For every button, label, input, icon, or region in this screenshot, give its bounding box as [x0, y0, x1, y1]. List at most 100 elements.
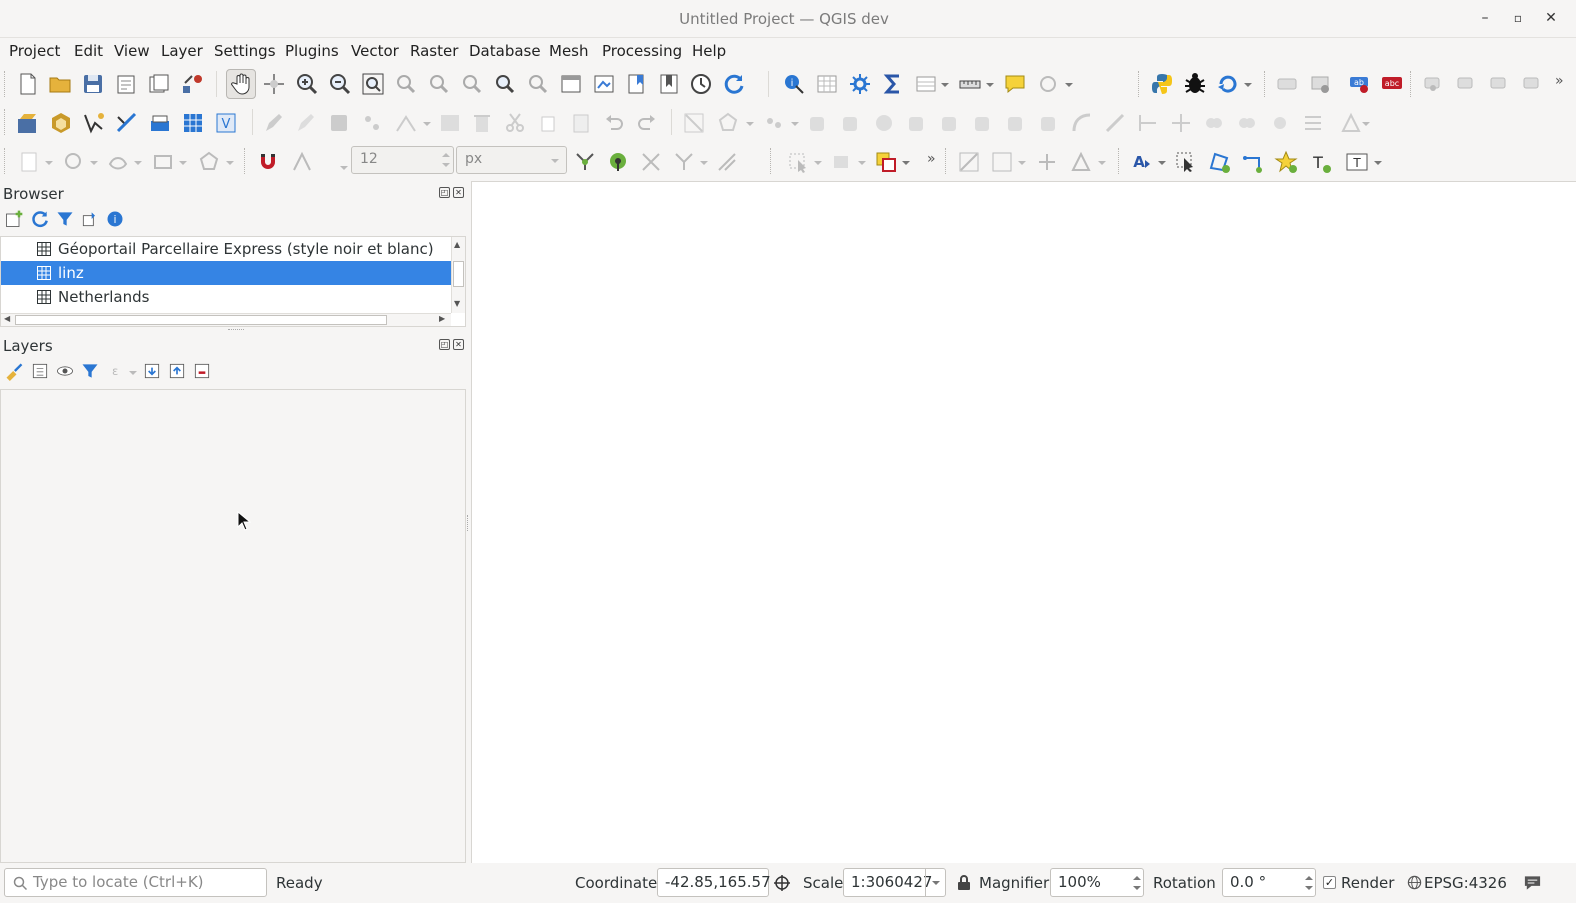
zoom-to-selection-icon[interactable]	[394, 72, 418, 96]
browser-item-selected[interactable]: linz	[1, 261, 451, 285]
delete-ring-icon[interactable]	[938, 111, 962, 135]
add-ring-icon[interactable]	[872, 111, 896, 135]
new-3d-map-view-icon[interactable]	[592, 72, 616, 96]
new-annotation-layer-icon[interactable]	[18, 150, 42, 174]
offset-curve-icon[interactable]	[1037, 111, 1061, 135]
add-text-annotation-icon[interactable]: T	[1308, 150, 1332, 174]
paste-features-icon[interactable]	[569, 111, 593, 135]
menu-layer[interactable]: Layer	[161, 42, 203, 60]
statistics-sigma-icon[interactable]	[881, 72, 905, 96]
select-polygon-icon[interactable]	[197, 150, 221, 174]
save-layer-edits-icon[interactable]	[327, 111, 351, 135]
copy-features-icon[interactable]	[536, 111, 560, 135]
delete-part-icon[interactable]	[971, 111, 995, 135]
lock-scale-icon[interactable]	[957, 875, 971, 891]
redo-icon[interactable]	[635, 111, 659, 135]
zoom-next-icon[interactable]	[526, 72, 550, 96]
merge-attributes-icon[interactable]	[1235, 111, 1259, 135]
menu-edit[interactable]: Edit	[74, 42, 103, 60]
horizontal-scrollbar[interactable]: ◀ ▶	[1, 313, 451, 326]
split-features-icon[interactable]	[1136, 111, 1160, 135]
add-point-feature-icon[interactable]	[360, 111, 384, 135]
menu-project[interactable]: Project	[9, 42, 60, 60]
select-by-value-icon[interactable]	[830, 150, 854, 174]
toolbar-overflow-icon[interactable]: »	[1555, 73, 1564, 89]
add-selected-layers-icon[interactable]	[4, 209, 24, 229]
label-move-icon[interactable]	[1421, 72, 1445, 96]
style-manager-icon[interactable]	[180, 72, 204, 96]
label-cursor-icon[interactable]	[1174, 150, 1198, 174]
scroll-left-icon[interactable]: ◀	[4, 314, 10, 323]
topological-editing-icon[interactable]	[573, 150, 597, 174]
new-map-view-icon[interactable]	[559, 72, 583, 96]
minimize-icon[interactable]: –	[1477, 10, 1493, 26]
open-attribute-table-icon[interactable]	[815, 72, 839, 96]
rotate-feature-icon[interactable]	[806, 111, 830, 135]
close-panel-icon[interactable]: ✕	[453, 339, 464, 350]
add-raster-icon[interactable]	[181, 111, 205, 135]
align-rasters-icon[interactable]	[990, 150, 1014, 174]
scroll-up-icon[interactable]: ▲	[454, 240, 460, 249]
remove-layer-icon[interactable]	[192, 361, 212, 381]
message-log-icon[interactable]	[1523, 874, 1542, 892]
toggle-extents-icon[interactable]	[773, 874, 791, 892]
layer-labeling-icon[interactable]: A	[1130, 150, 1154, 174]
crs-label[interactable]: EPSG:4326	[1424, 874, 1507, 892]
map-tips-icon[interactable]	[1003, 72, 1027, 96]
manage-map-themes-icon[interactable]	[55, 361, 75, 381]
reshape-features-icon[interactable]	[1004, 111, 1028, 135]
digitize-polygon-icon[interactable]	[1207, 150, 1231, 174]
menu-plugins[interactable]: Plugins	[285, 42, 339, 60]
label-change-icon[interactable]	[1487, 72, 1511, 96]
new-project-icon[interactable]	[16, 72, 40, 96]
processing-toolbox-icon[interactable]	[848, 72, 872, 96]
label-show-hide-icon[interactable]	[1520, 72, 1544, 96]
save-project-icon[interactable]	[81, 72, 105, 96]
scroll-right-icon[interactable]: ▶	[439, 314, 445, 323]
scroll-down-icon[interactable]: ▼	[454, 299, 460, 308]
reverse-line-icon[interactable]	[1070, 111, 1094, 135]
new-bookmark-icon[interactable]	[625, 72, 649, 96]
refresh-icon[interactable]	[722, 72, 746, 96]
select-freehand-icon[interactable]	[106, 150, 130, 174]
select-by-radius-icon[interactable]	[62, 150, 86, 174]
current-edits-icon[interactable]	[294, 111, 318, 135]
browser-tree[interactable]: Géoportail Parcellaire Express (style no…	[0, 236, 466, 327]
plugin-reload-icon[interactable]	[1216, 72, 1240, 96]
annotation-tools-icon[interactable]	[1036, 72, 1060, 96]
digitize-segment-icon[interactable]	[682, 111, 706, 135]
crs-globe-icon[interactable]	[1407, 875, 1422, 890]
temporal-controller-icon[interactable]	[689, 72, 713, 96]
toolbar-grip[interactable]	[4, 71, 7, 97]
dock-splitter-handle[interactable]	[467, 515, 469, 531]
zoom-last-icon[interactable]	[493, 72, 517, 96]
menu-raster[interactable]: Raster	[410, 42, 458, 60]
plugin-debug-bug-icon[interactable]	[1183, 72, 1207, 96]
float-panel-icon[interactable]: ◰	[439, 339, 450, 350]
filter-browser-icon[interactable]	[55, 209, 75, 229]
menu-help[interactable]: Help	[692, 42, 726, 60]
show-bookmarks-icon[interactable]	[657, 72, 681, 96]
modify-attributes-icon[interactable]	[438, 111, 462, 135]
snapping-tolerance-field[interactable]: 12	[351, 146, 454, 174]
close-icon[interactable]: ✕	[1543, 10, 1559, 26]
mesh-transform-icon[interactable]	[1069, 150, 1093, 174]
layout-manager-icon[interactable]	[147, 72, 171, 96]
zoom-to-layer-icon[interactable]	[427, 72, 451, 96]
close-panel-icon[interactable]: ✕	[453, 187, 464, 198]
expand-all-icon[interactable]	[142, 361, 162, 381]
toolbar-overflow-icon[interactable]: »	[927, 151, 936, 167]
add-group-icon[interactable]	[30, 361, 50, 381]
new-shapefile-icon[interactable]	[82, 111, 106, 135]
scrollbar-thumb[interactable]	[15, 315, 387, 325]
layers-tree[interactable]	[0, 389, 466, 863]
zoom-in-icon[interactable]	[295, 72, 319, 96]
measure-line-icon[interactable]	[958, 72, 982, 96]
render-checkbox[interactable]: ✓	[1323, 876, 1336, 889]
mesh-digitizing-icon[interactable]	[1035, 150, 1059, 174]
zoom-native-icon[interactable]	[460, 72, 484, 96]
filter-legend-icon[interactable]	[80, 361, 100, 381]
pan-to-selection-icon[interactable]	[262, 72, 286, 96]
magnifier-spinbox[interactable]: 100%	[1050, 868, 1144, 897]
vertical-scrollbar[interactable]: ▲ ▼	[451, 237, 465, 313]
